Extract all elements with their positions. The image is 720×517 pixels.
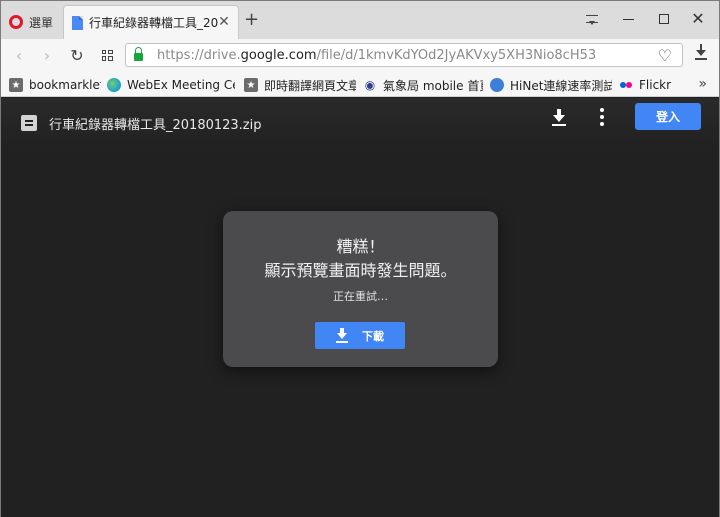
opera-logo-icon [9, 15, 23, 29]
bookmark-bookmarklet[interactable]: ★ bookmarklet [9, 77, 101, 93]
reload-icon: ↻ [70, 45, 84, 65]
download-icon [696, 44, 706, 57]
opera-menu-button[interactable]: 選單 [1, 5, 61, 39]
download-icon [336, 328, 348, 343]
tab-close-icon[interactable]: ✕ [216, 14, 232, 30]
downloads-button[interactable] [691, 44, 711, 65]
retry-status: 正在重試… [333, 290, 388, 303]
bookmark-label: 氣象局 mobile 首頁 [383, 78, 483, 93]
speed-dial-button[interactable] [97, 45, 117, 65]
eye-icon: ◉ [364, 78, 376, 92]
lock-icon [134, 47, 143, 61]
error-message: 顯示預覽畫面時發生問題。 [264, 261, 457, 280]
bookmark-webex[interactable]: WebEx Meeting Cen [107, 77, 235, 93]
star-icon: ★ [9, 78, 23, 92]
bookmark-hinet[interactable]: HiNet連線速率測試 [490, 77, 612, 93]
google-docs-icon [72, 15, 83, 30]
url-prefix: https://drive. [157, 47, 241, 63]
new-tab-button[interactable]: + [244, 11, 259, 29]
signin-button[interactable]: 登入 [635, 103, 701, 130]
bookmark-label: Flickr [639, 78, 672, 92]
bookmark-label: bookmarklet [29, 78, 101, 92]
bookmark-translate[interactable]: ★ 即時翻譯網頁文章 [244, 77, 356, 93]
chevron-right-icon: › [43, 45, 51, 65]
file-type-icon [21, 115, 37, 131]
forward-button[interactable]: › [37, 45, 57, 65]
webex-icon [107, 78, 121, 92]
back-button[interactable]: ‹ [9, 45, 29, 65]
star-icon: ★ [244, 78, 258, 92]
bookmark-flickr[interactable]: Flickr [619, 77, 675, 93]
tab-title: 行車紀錄器轉檔工具_2018 [89, 16, 219, 30]
navigation-bar: ‹ › ↻ https://drive.google.com/file/d/1k… [1, 39, 719, 71]
preview-error-card: 糟糕！ 顯示預覽畫面時發生問題。 正在重試… 下載 [223, 211, 498, 367]
globe-icon [490, 78, 504, 92]
viewer-download-button[interactable] [550, 109, 568, 127]
chevron-left-icon: ‹ [15, 45, 23, 65]
tab-drive-file[interactable]: 行車紀錄器轉檔工具_2018 ✕ [63, 5, 239, 39]
bookmark-label: HiNet連線速率測試 [510, 78, 612, 93]
close-window-button[interactable]: ✕ [681, 5, 715, 33]
file-viewer: 行車紀錄器轉檔工具_20180123.zip 登入 糟糕！ 顯示預覽畫面時發生問… [1, 98, 719, 517]
opera-menu-label: 選單 [29, 15, 54, 30]
bookmark-label: WebEx Meeting Cen [127, 78, 235, 92]
url-host: google.com [240, 47, 317, 63]
browser-window: 選單 行車紀錄器轉檔工具_2018 ✕ + ✕ ‹ › ↻ [0, 0, 720, 517]
flickr-icon [619, 78, 633, 92]
bookmarks-more-icon[interactable]: » [698, 76, 707, 92]
maximize-button[interactable] [647, 5, 681, 33]
tab-menu-icon [586, 15, 598, 25]
bookmarks-bar: ★ bookmarklet WebEx Meeting Cen ★ 即時翻譯網頁… [1, 71, 719, 97]
viewer-header: 行車紀錄器轉檔工具_20180123.zip 登入 [1, 98, 719, 148]
heart-icon[interactable]: ♡ [658, 46, 672, 65]
file-name: 行車紀錄器轉檔工具_20180123.zip [49, 118, 262, 133]
bookmark-weather[interactable]: ◉ 氣象局 mobile 首頁 [363, 77, 483, 93]
tab-bar: 選單 行車紀錄器轉檔工具_2018 ✕ + ✕ [1, 1, 719, 39]
minimize-button[interactable] [611, 5, 645, 33]
tab-menu-button[interactable] [575, 5, 609, 33]
address-bar[interactable]: https://drive.google.com/file/d/1kmvKdYO… [125, 43, 683, 67]
download-label: 下載 [362, 329, 384, 343]
download-icon [553, 109, 565, 122]
error-download-button[interactable]: 下載 [315, 322, 405, 349]
bookmark-label: 即時翻譯網頁文章 [264, 78, 356, 93]
more-options-icon[interactable] [596, 108, 608, 126]
minimize-icon [622, 18, 634, 20]
close-icon: ✕ [691, 9, 705, 28]
reload-button[interactable]: ↻ [67, 45, 87, 65]
grid-icon [101, 49, 113, 61]
url-text[interactable]: https://drive.google.com/file/d/1kmvKdYO… [157, 48, 597, 63]
maximize-icon [659, 14, 669, 24]
url-path: /file/d/1kmvKdYOd2JyAKVxy5XH3Nio8cH533kz… [316, 47, 597, 63]
error-title: 糟糕！ [336, 237, 385, 256]
